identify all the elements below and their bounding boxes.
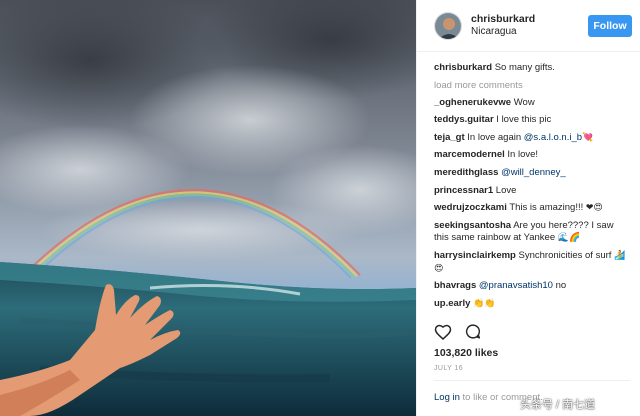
caption-username[interactable]: chrisburkard [434,62,492,73]
comment-mention[interactable]: @pranavsatish10 [479,280,553,291]
comment-row: seekingsantosha Are you here???? I saw t… [434,220,630,245]
comment-row: marcemodernel In love! [434,149,630,162]
location[interactable]: Nicaragua [471,26,588,38]
comments-list: chrisburkard So many gifts. load more co… [417,52,640,314]
comment-row: wedrujzoczkami This is amazing!!! ❤😍 [434,202,630,215]
load-more-comments-link[interactable]: load more comments [434,80,630,91]
comment-mention[interactable]: @will_denney_ [501,167,566,178]
caption-text: So many gifts. [494,62,555,73]
comment-username[interactable]: seekingsantosha [434,220,511,231]
login-link[interactable]: Log in [434,392,460,403]
comment-emoji: 💘 [582,132,594,143]
comment-row: princessnar1 Love [434,185,630,198]
comment-text: Wow [513,96,535,108]
comment-rows: _oghenerukevwe Wow teddys.guitar I love t… [434,97,630,314]
action-bar [434,323,482,345]
comment-username[interactable]: meredithglass [434,167,498,178]
comment-emoji: 👏👏 [473,298,496,309]
divider [434,380,630,381]
comment-text: no [552,280,567,292]
comment-row: bhavrags @pranavsatish10 no [434,280,630,293]
rainbow-ocean-photo [0,0,416,416]
comment-row: up.early 👏👏 [434,298,630,311]
instagram-post: chrisburkard Nicaragua Follow chrisburka… [0,0,640,416]
caption: chrisburkard So many gifts. [434,62,630,75]
comment-row: _oghenerukevwe Wow [434,97,630,110]
comment-username[interactable]: _oghenerukevwe [434,97,511,108]
comment-row: teddys.guitar I love this pic [434,114,630,127]
comment-text: Love [495,184,517,196]
watermark: 头条号 / 南七道 [520,399,596,411]
comment-row: meredithglass @will_denney_ [434,167,630,180]
comment-row: harrysinclairkemp Synchronicities of sur… [434,250,630,275]
likes-count[interactable]: 103,820 likes [434,347,498,359]
post-sidebar: chrisburkard Nicaragua Follow chrisburka… [416,0,640,416]
comment-emoji: ❤😍 [585,203,603,214]
comment-username[interactable]: wedrujzoczkami [434,202,507,213]
comment-mention[interactable]: @s.a.l.o.n.i_b [524,132,582,143]
post-header: chrisburkard Nicaragua Follow [417,0,640,52]
header-info: chrisburkard Nicaragua [471,13,588,38]
post-date: JULY 16 [434,365,464,372]
post-photo[interactable] [0,0,416,416]
comment-row: teja_gt In love again @s.a.l.o.n.i_b💘 [434,132,630,145]
comment-username[interactable]: marcemodernel [434,149,505,160]
comment-username[interactable]: bhavrags [434,280,476,291]
comment-text: I love this pic [496,114,552,126]
comment-username[interactable]: princessnar1 [434,185,493,196]
comment-text: In love! [507,149,539,161]
comment-username[interactable]: harrysinclairkemp [434,250,516,261]
comment-username[interactable]: up.early [434,298,470,309]
username[interactable]: chrisburkard [471,13,588,26]
heart-icon[interactable] [434,323,452,345]
comment-text: In love again [467,131,524,143]
comment-bubble-icon[interactable] [464,323,482,345]
comment-username[interactable]: teddys.guitar [434,114,494,125]
comment-text: Synchronicities of surf [518,249,615,261]
avatar[interactable] [434,11,462,40]
comment-text: This is amazing!!! [509,202,586,214]
comment-username[interactable]: teja_gt [434,132,465,143]
follow-button[interactable]: Follow [588,14,632,37]
comment-emoji: 🌊🌈 [557,233,581,244]
